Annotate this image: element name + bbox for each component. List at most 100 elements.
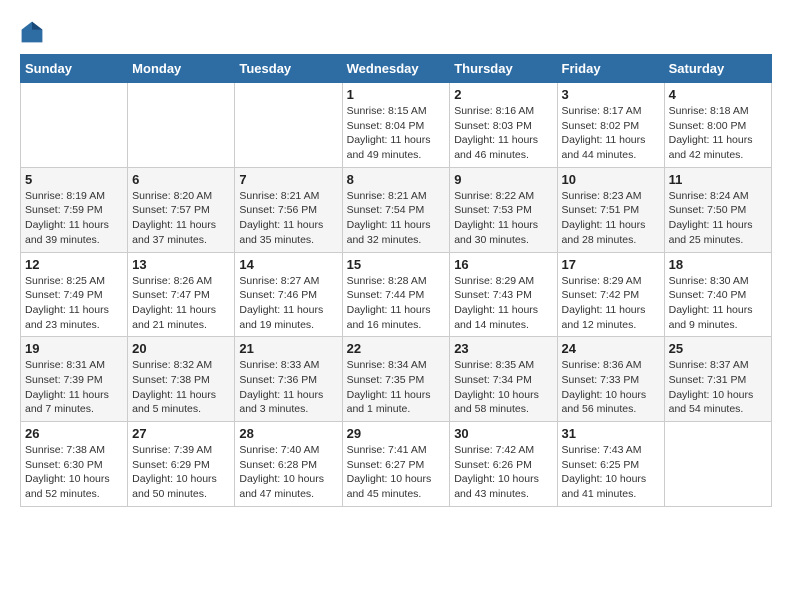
calendar-cell: 30 Sunrise: 7:42 AM Sunset: 6:26 PM Dayli… — [450, 422, 557, 507]
day-number: 22 — [347, 341, 446, 356]
calendar-cell — [21, 83, 128, 168]
day-info: Sunrise: 8:21 AM Sunset: 7:56 PM Dayligh… — [239, 189, 337, 248]
day-number: 14 — [239, 257, 337, 272]
day-number: 24 — [562, 341, 660, 356]
page-header — [20, 20, 772, 44]
day-info: Sunrise: 8:25 AM Sunset: 7:49 PM Dayligh… — [25, 274, 123, 333]
calendar-table: SundayMondayTuesdayWednesdayThursdayFrid… — [20, 54, 772, 507]
day-number: 10 — [562, 172, 660, 187]
calendar-cell: 6 Sunrise: 8:20 AM Sunset: 7:57 PM Daylig… — [128, 167, 235, 252]
calendar-cell: 26Sunrise: 7:38 AM Sunset: 6:30 PM Dayli… — [21, 422, 128, 507]
calendar-week-row: 26Sunrise: 7:38 AM Sunset: 6:30 PM Dayli… — [21, 422, 772, 507]
day-info: Sunrise: 8:32 AM Sunset: 7:38 PM Dayligh… — [132, 358, 230, 417]
day-number: 30 — [454, 426, 552, 441]
calendar-cell — [128, 83, 235, 168]
calendar-week-row: 19Sunrise: 8:31 AM Sunset: 7:39 PM Dayli… — [21, 337, 772, 422]
day-number: 4 — [669, 87, 767, 102]
calendar-cell: 18 Sunrise: 8:30 AM Sunset: 7:40 PM Dayli… — [664, 252, 771, 337]
day-info: Sunrise: 7:41 AM Sunset: 6:27 PM Dayligh… — [347, 443, 446, 502]
day-info: Sunrise: 8:16 AM Sunset: 8:03 PM Dayligh… — [454, 104, 552, 163]
day-info: Sunrise: 8:23 AM Sunset: 7:51 PM Dayligh… — [562, 189, 660, 248]
calendar-cell: 2 Sunrise: 8:16 AM Sunset: 8:03 PM Daylig… — [450, 83, 557, 168]
calendar-cell: 21 Sunrise: 8:33 AM Sunset: 7:36 PM Dayli… — [235, 337, 342, 422]
day-number: 27 — [132, 426, 230, 441]
calendar-cell: 25 Sunrise: 8:37 AM Sunset: 7:31 PM Dayli… — [664, 337, 771, 422]
day-number: 25 — [669, 341, 767, 356]
day-info: Sunrise: 8:22 AM Sunset: 7:53 PM Dayligh… — [454, 189, 552, 248]
calendar-cell — [664, 422, 771, 507]
day-info: Sunrise: 8:27 AM Sunset: 7:46 PM Dayligh… — [239, 274, 337, 333]
day-info: Sunrise: 8:28 AM Sunset: 7:44 PM Dayligh… — [347, 274, 446, 333]
column-header-monday: Monday — [128, 55, 235, 83]
day-info: Sunrise: 8:36 AM Sunset: 7:33 PM Dayligh… — [562, 358, 660, 417]
day-info: Sunrise: 8:30 AM Sunset: 7:40 PM Dayligh… — [669, 274, 767, 333]
day-info: Sunrise: 8:17 AM Sunset: 8:02 PM Dayligh… — [562, 104, 660, 163]
calendar-cell: 9Sunrise: 8:22 AM Sunset: 7:53 PM Daylig… — [450, 167, 557, 252]
column-header-tuesday: Tuesday — [235, 55, 342, 83]
column-header-thursday: Thursday — [450, 55, 557, 83]
calendar-cell: 15 Sunrise: 8:28 AM Sunset: 7:44 PM Dayli… — [342, 252, 450, 337]
day-info: Sunrise: 8:20 AM Sunset: 7:57 PM Dayligh… — [132, 189, 230, 248]
calendar-cell: 1 Sunrise: 8:15 AM Sunset: 8:04 PM Daylig… — [342, 83, 450, 168]
day-number: 20 — [132, 341, 230, 356]
calendar-week-row: 1 Sunrise: 8:15 AM Sunset: 8:04 PM Daylig… — [21, 83, 772, 168]
column-header-wednesday: Wednesday — [342, 55, 450, 83]
day-info: Sunrise: 8:33 AM Sunset: 7:36 PM Dayligh… — [239, 358, 337, 417]
calendar-week-row: 5Sunrise: 8:19 AM Sunset: 7:59 PM Daylig… — [21, 167, 772, 252]
day-number: 3 — [562, 87, 660, 102]
day-number: 1 — [347, 87, 446, 102]
calendar-cell: 24 Sunrise: 8:36 AM Sunset: 7:33 PM Dayli… — [557, 337, 664, 422]
day-number: 26 — [25, 426, 123, 441]
day-number: 13 — [132, 257, 230, 272]
calendar-cell: 22 Sunrise: 8:34 AM Sunset: 7:35 PM Dayli… — [342, 337, 450, 422]
calendar-cell: 17 Sunrise: 8:29 AM Sunset: 7:42 PM Dayli… — [557, 252, 664, 337]
calendar-cell: 3 Sunrise: 8:17 AM Sunset: 8:02 PM Daylig… — [557, 83, 664, 168]
calendar-cell: 5Sunrise: 8:19 AM Sunset: 7:59 PM Daylig… — [21, 167, 128, 252]
calendar-cell: 29 Sunrise: 7:41 AM Sunset: 6:27 PM Dayli… — [342, 422, 450, 507]
day-number: 15 — [347, 257, 446, 272]
day-number: 5 — [25, 172, 123, 187]
column-header-saturday: Saturday — [664, 55, 771, 83]
calendar-cell: 20 Sunrise: 8:32 AM Sunset: 7:38 PM Dayli… — [128, 337, 235, 422]
day-number: 11 — [669, 172, 767, 187]
calendar-cell: 16 Sunrise: 8:29 AM Sunset: 7:43 PM Dayli… — [450, 252, 557, 337]
day-number: 16 — [454, 257, 552, 272]
calendar-cell: 13 Sunrise: 8:26 AM Sunset: 7:47 PM Dayli… — [128, 252, 235, 337]
day-number: 28 — [239, 426, 337, 441]
day-number: 6 — [132, 172, 230, 187]
day-info: Sunrise: 8:29 AM Sunset: 7:43 PM Dayligh… — [454, 274, 552, 333]
day-number: 21 — [239, 341, 337, 356]
column-header-sunday: Sunday — [21, 55, 128, 83]
day-number: 18 — [669, 257, 767, 272]
day-number: 8 — [347, 172, 446, 187]
day-info: Sunrise: 7:39 AM Sunset: 6:29 PM Dayligh… — [132, 443, 230, 502]
calendar-cell — [235, 83, 342, 168]
day-info: Sunrise: 8:35 AM Sunset: 7:34 PM Dayligh… — [454, 358, 552, 417]
day-info: Sunrise: 8:18 AM Sunset: 8:00 PM Dayligh… — [669, 104, 767, 163]
day-info: Sunrise: 8:26 AM Sunset: 7:47 PM Dayligh… — [132, 274, 230, 333]
day-info: Sunrise: 8:37 AM Sunset: 7:31 PM Dayligh… — [669, 358, 767, 417]
calendar-cell: 12Sunrise: 8:25 AM Sunset: 7:49 PM Dayli… — [21, 252, 128, 337]
day-number: 2 — [454, 87, 552, 102]
calendar-cell: 8 Sunrise: 8:21 AM Sunset: 7:54 PM Daylig… — [342, 167, 450, 252]
logo-icon — [20, 20, 44, 44]
calendar-cell: 10 Sunrise: 8:23 AM Sunset: 7:51 PM Dayli… — [557, 167, 664, 252]
day-info: Sunrise: 8:21 AM Sunset: 7:54 PM Dayligh… — [347, 189, 446, 248]
column-header-friday: Friday — [557, 55, 664, 83]
day-info: Sunrise: 8:29 AM Sunset: 7:42 PM Dayligh… — [562, 274, 660, 333]
calendar-cell: 27 Sunrise: 7:39 AM Sunset: 6:29 PM Dayli… — [128, 422, 235, 507]
day-number: 17 — [562, 257, 660, 272]
day-info: Sunrise: 8:34 AM Sunset: 7:35 PM Dayligh… — [347, 358, 446, 417]
day-info: Sunrise: 8:15 AM Sunset: 8:04 PM Dayligh… — [347, 104, 446, 163]
day-info: Sunrise: 8:24 AM Sunset: 7:50 PM Dayligh… — [669, 189, 767, 248]
day-number: 7 — [239, 172, 337, 187]
day-info: Sunrise: 8:31 AM Sunset: 7:39 PM Dayligh… — [25, 358, 123, 417]
calendar-cell: 28Sunrise: 7:40 AM Sunset: 6:28 PM Dayli… — [235, 422, 342, 507]
calendar-cell: 4 Sunrise: 8:18 AM Sunset: 8:00 PM Daylig… — [664, 83, 771, 168]
calendar-cell: 31Sunrise: 7:43 AM Sunset: 6:25 PM Dayli… — [557, 422, 664, 507]
calendar-cell: 19Sunrise: 8:31 AM Sunset: 7:39 PM Dayli… — [21, 337, 128, 422]
calendar-header-row: SundayMondayTuesdayWednesdayThursdayFrid… — [21, 55, 772, 83]
day-info: Sunrise: 7:42 AM Sunset: 6:26 PM Dayligh… — [454, 443, 552, 502]
day-number: 29 — [347, 426, 446, 441]
calendar-cell: 14 Sunrise: 8:27 AM Sunset: 7:46 PM Dayli… — [235, 252, 342, 337]
